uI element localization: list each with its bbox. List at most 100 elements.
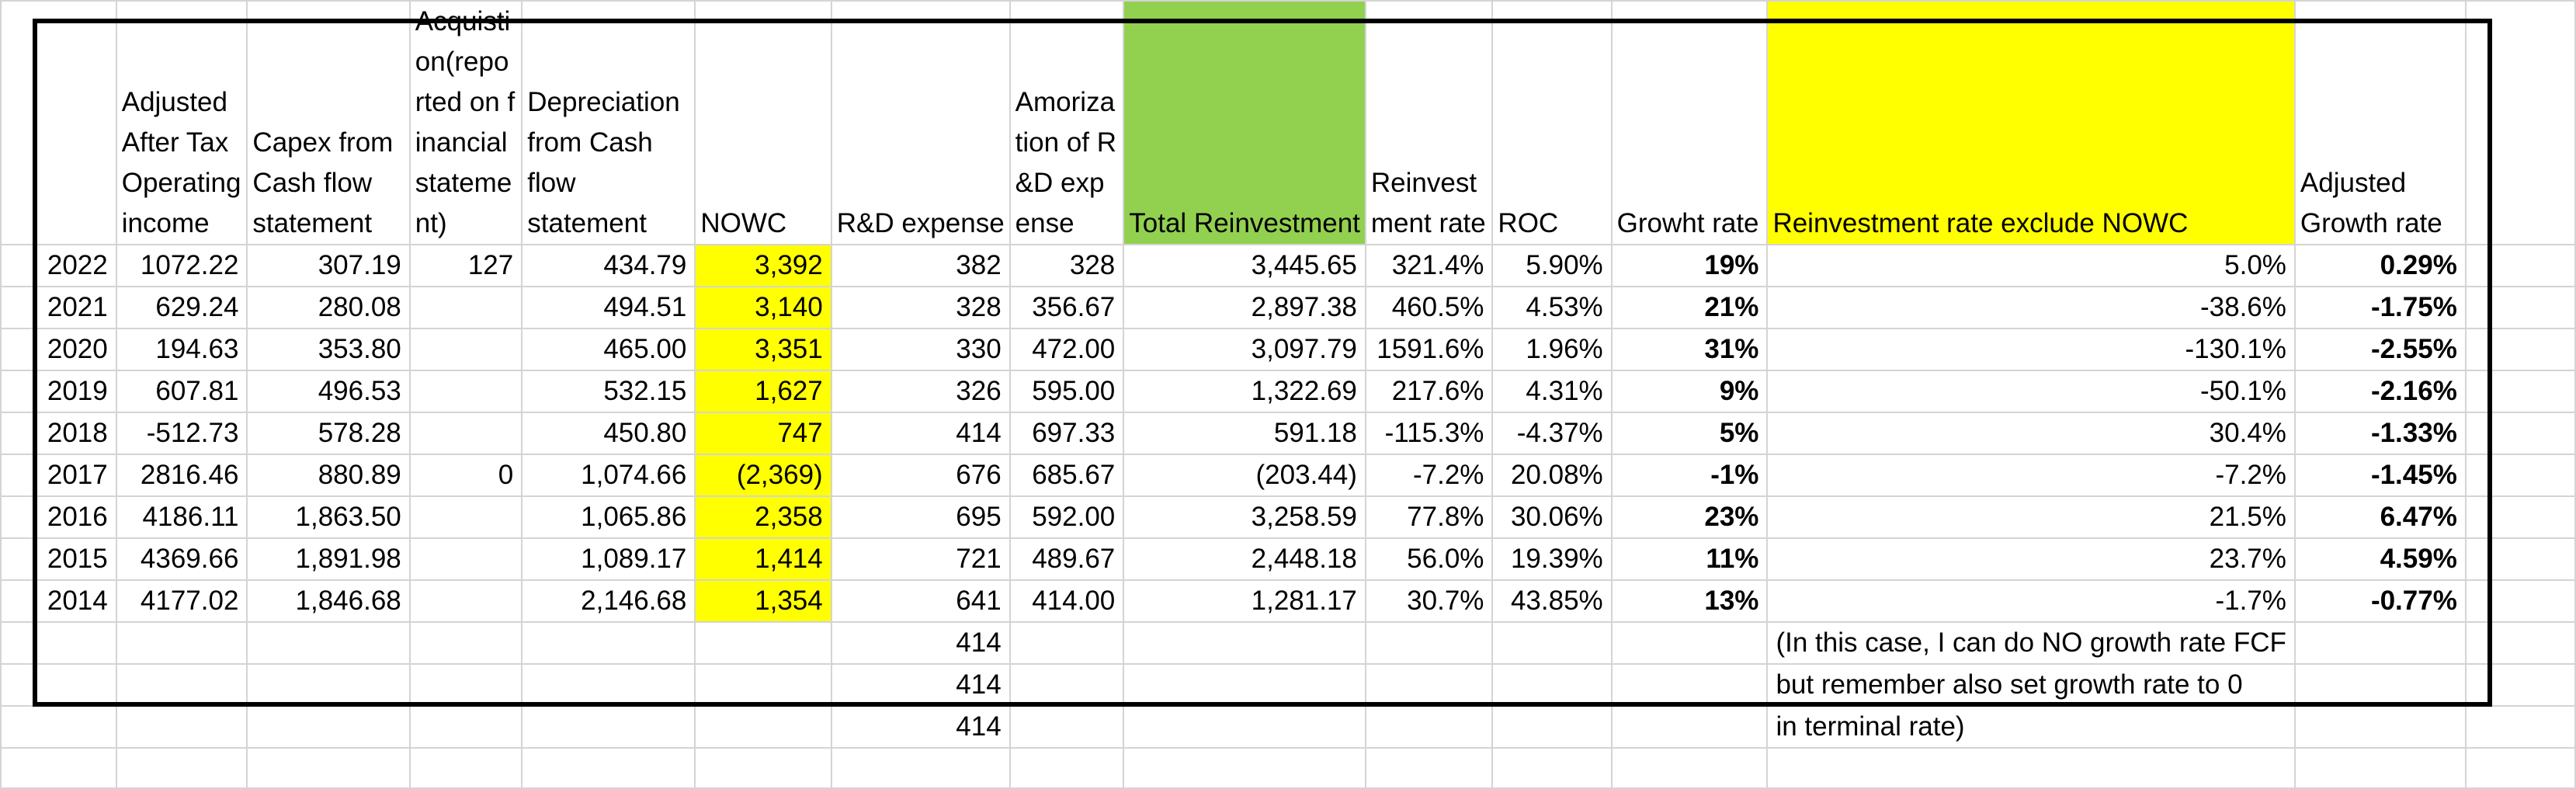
cell-growth-rate[interactable]: 23% [1610, 495, 1769, 539]
cell-reinvestment-rate[interactable]: 30.7% [1364, 579, 1494, 623]
empty-cell[interactable] [521, 621, 696, 665]
empty-cell[interactable] [521, 747, 696, 789]
cell-adj-income[interactable]: 607.81 [115, 370, 248, 413]
empty-cell[interactable] [0, 663, 117, 707]
cell-roc[interactable]: 19.39% [1491, 537, 1613, 581]
cell-rd-expense[interactable]: 382 [830, 244, 1011, 287]
cell-reinvest-excl-nowc[interactable]: 23.7% [1766, 537, 2296, 581]
cell-capex[interactable]: 496.53 [246, 370, 411, 413]
cell-reinvestment-rate[interactable]: 217.6% [1364, 370, 1494, 413]
empty-cell[interactable] [115, 621, 248, 665]
cell-capex[interactable]: 307.19 [246, 244, 411, 287]
cell-reinvestment-rate[interactable]: 56.0% [1364, 537, 1494, 581]
cell-nowc[interactable]: 2,358 [694, 495, 832, 539]
cell-nowc[interactable]: (2,369) [694, 454, 832, 497]
empty-cell[interactable] [1364, 705, 1494, 749]
cell-adj-income[interactable]: 4186.11 [115, 495, 248, 539]
cell-rd-expense[interactable]: 328 [830, 286, 1011, 329]
cell-capex[interactable]: 578.28 [246, 412, 411, 455]
cell-adj-income[interactable]: 1072.22 [115, 244, 248, 287]
cell-rd-expense[interactable]: 721 [830, 537, 1011, 581]
cell-acquisition[interactable]: 0 [408, 454, 523, 497]
empty-cell[interactable] [2464, 621, 2576, 665]
empty-cell[interactable] [1491, 747, 1613, 789]
cell-depreciation[interactable]: 434.79 [521, 244, 696, 287]
cell-rd-expense[interactable]: 414 [830, 621, 1011, 665]
cell-rd-expense[interactable]: 676 [830, 454, 1011, 497]
cell-total-reinvestment[interactable]: 1,322.69 [1123, 370, 1366, 413]
cell-adjusted-growth[interactable]: -0.77% [2293, 579, 2467, 623]
cell-total-reinvestment[interactable]: 3,258.59 [1123, 495, 1366, 539]
empty-cell[interactable] [0, 705, 117, 749]
header-adjusted-growth[interactable]: Adjusted Growth rate [2293, 0, 2467, 245]
empty-cell[interactable] [2464, 412, 2576, 455]
cell-nowc[interactable]: 747 [694, 412, 832, 455]
cell-adj-income[interactable]: 4177.02 [115, 579, 248, 623]
cell-year[interactable]: 2021 [0, 286, 117, 329]
cell-total-reinvestment[interactable]: 2,448.18 [1123, 537, 1366, 581]
empty-cell[interactable] [2464, 286, 2576, 329]
cell-adj-income[interactable]: 4369.66 [115, 537, 248, 581]
cell-nowc[interactable]: 1,627 [694, 370, 832, 413]
cell-reinvestment-rate[interactable]: -7.2% [1364, 454, 1494, 497]
cell-reinvest-excl-nowc[interactable]: -130.1% [1766, 328, 2296, 371]
cell-growth-rate[interactable]: 31% [1610, 328, 1769, 371]
empty-cell[interactable] [2464, 663, 2576, 707]
cell-amortization[interactable]: 472.00 [1009, 328, 1125, 371]
cell-adj-income[interactable]: 194.63 [115, 328, 248, 371]
cell-growth-rate[interactable]: -1% [1610, 454, 1769, 497]
empty-cell[interactable] [1364, 663, 1494, 707]
empty-cell[interactable] [2464, 705, 2576, 749]
cell-nowc[interactable]: 1,414 [694, 537, 832, 581]
cell-roc[interactable]: -4.37% [1491, 412, 1613, 455]
cell-year[interactable]: 2022 [0, 244, 117, 287]
cell-nowc[interactable]: 3,351 [694, 328, 832, 371]
empty-cell[interactable] [246, 663, 411, 707]
cell-adjusted-growth[interactable]: 6.47% [2293, 495, 2467, 539]
cell-growth-rate[interactable]: 21% [1610, 286, 1769, 329]
empty-cell[interactable] [1766, 747, 2296, 789]
empty-cell[interactable] [2464, 495, 2576, 539]
empty-cell[interactable] [1610, 663, 1769, 707]
cell-rd-expense[interactable]: 414 [830, 705, 1011, 749]
cell-adjusted-growth[interactable]: -2.16% [2293, 370, 2467, 413]
empty-cell[interactable] [1364, 621, 1494, 665]
cell-year[interactable]: 2019 [0, 370, 117, 413]
empty-cell[interactable] [2464, 244, 2576, 287]
empty-cell[interactable] [2293, 663, 2467, 707]
cell-adjusted-growth[interactable]: -1.45% [2293, 454, 2467, 497]
header-depreciation[interactable]: Depreciation from Cash flow statement [521, 0, 696, 245]
cell-depreciation[interactable]: 1,074.66 [521, 454, 696, 497]
cell-roc[interactable]: 5.90% [1491, 244, 1613, 287]
empty-cell[interactable] [1364, 747, 1494, 789]
cell-rd-expense[interactable]: 414 [830, 663, 1011, 707]
cell-adj-income[interactable]: 2816.46 [115, 454, 248, 497]
cell-amortization[interactable]: 595.00 [1009, 370, 1125, 413]
empty-cell[interactable] [694, 705, 832, 749]
cell-roc[interactable]: 4.31% [1491, 370, 1613, 413]
empty-cell[interactable] [408, 747, 523, 789]
empty-cell[interactable] [694, 621, 832, 665]
cell-capex[interactable]: 880.89 [246, 454, 411, 497]
header-rd-expense[interactable]: R&D expense [830, 0, 1011, 245]
cell-reinvest-excl-nowc[interactable]: -7.2% [1766, 454, 2296, 497]
cell-adjusted-growth[interactable]: -1.75% [2293, 286, 2467, 329]
cell-year[interactable]: 2014 [0, 579, 117, 623]
cell-roc[interactable]: 30.06% [1491, 495, 1613, 539]
empty-cell[interactable] [1123, 621, 1366, 665]
cell-adjusted-growth[interactable]: -2.55% [2293, 328, 2467, 371]
empty-cell[interactable] [408, 705, 523, 749]
cell-nowc[interactable]: 3,392 [694, 244, 832, 287]
header-adjusted-income[interactable]: Adjusted After Tax Operating income [115, 0, 248, 245]
empty-cell[interactable] [1009, 747, 1125, 789]
cell-reinvestment-rate[interactable]: 460.5% [1364, 286, 1494, 329]
cell-total-reinvestment[interactable]: 3,097.79 [1123, 328, 1366, 371]
empty-cell[interactable] [2293, 747, 2467, 789]
cell-total-reinvestment[interactable]: 3,445.65 [1123, 244, 1366, 287]
cell-roc[interactable]: 4.53% [1491, 286, 1613, 329]
cell-adjusted-growth[interactable]: 0.29% [2293, 244, 2467, 287]
cell-roc[interactable]: 43.85% [1491, 579, 1613, 623]
cell-roc[interactable]: 1.96% [1491, 328, 1613, 371]
header-reinvest-excl-nowc[interactable]: Reinvestment rate exclude NOWC [1766, 0, 2296, 245]
cell-growth-rate[interactable]: 13% [1610, 579, 1769, 623]
